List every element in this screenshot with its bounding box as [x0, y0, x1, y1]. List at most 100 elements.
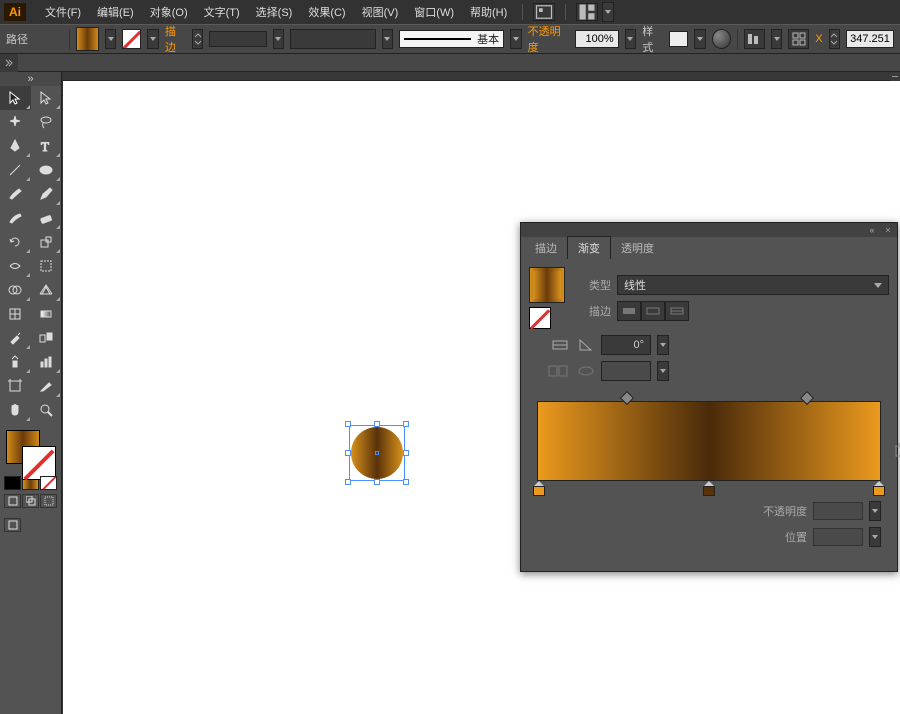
menu-edit[interactable]: 编辑(E)	[90, 2, 141, 22]
stop-opacity-dropdown[interactable]	[869, 501, 881, 521]
screen-mode-icon[interactable]	[4, 518, 21, 532]
brush-dropdown[interactable]	[510, 29, 522, 49]
aspect-ratio-field[interactable]	[601, 361, 651, 381]
ellipse-tool[interactable]	[31, 158, 62, 182]
gradient-stop[interactable]	[703, 481, 715, 495]
opacity-field[interactable]: 100%	[575, 30, 618, 48]
gradient-type-select[interactable]: 线性	[617, 275, 889, 295]
stroke-swatch[interactable]	[122, 29, 141, 49]
panel-close-icon[interactable]: ×	[883, 225, 893, 235]
pen-tool[interactable]	[0, 134, 31, 158]
menu-type[interactable]: 文字(T)	[197, 2, 247, 22]
menu-object[interactable]: 对象(O)	[143, 2, 195, 22]
handle-s[interactable]	[374, 479, 380, 485]
graphic-style-swatch[interactable]	[669, 31, 688, 47]
stroke-swatch-dropdown[interactable]	[147, 29, 159, 49]
symbol-sprayer-tool[interactable]	[0, 350, 31, 374]
handle-w[interactable]	[345, 450, 351, 456]
brush-definition[interactable]: 基本	[399, 30, 504, 48]
center-point[interactable]	[375, 451, 379, 455]
panel-tab-stroke[interactable]: 描边	[525, 237, 567, 259]
opacity-label[interactable]: 不透明度	[528, 24, 570, 54]
selected-shape[interactable]	[345, 421, 409, 485]
gradient-tool[interactable]	[31, 302, 62, 326]
paintbrush-tool[interactable]	[0, 182, 31, 206]
handle-se[interactable]	[403, 479, 409, 485]
pencil-tool[interactable]	[31, 182, 62, 206]
width-tool[interactable]	[0, 254, 31, 278]
mesh-tool[interactable]	[0, 302, 31, 326]
stop-position-dropdown[interactable]	[869, 527, 881, 547]
collapse-side-icon[interactable]	[0, 54, 18, 72]
gradient-panel[interactable]: « × 描边 渐变 透明度 类型 线性 描边	[520, 222, 898, 572]
stroke-weight-field[interactable]	[209, 31, 266, 47]
stroke-label[interactable]: 描边	[165, 24, 186, 54]
panel-tab-transparency[interactable]: 透明度	[611, 237, 664, 259]
handle-ne[interactable]	[403, 421, 409, 427]
draw-behind-icon[interactable]	[22, 494, 39, 508]
menu-view[interactable]: 视图(V)	[355, 2, 406, 22]
handle-sw[interactable]	[345, 479, 351, 485]
draw-normal-icon[interactable]	[4, 494, 21, 508]
magic-wand-tool[interactable]	[0, 110, 31, 134]
gradient-stroke-preview[interactable]	[529, 307, 551, 329]
coord-x-steppers[interactable]	[829, 29, 841, 49]
blob-brush-tool[interactable]	[0, 206, 31, 230]
handle-n[interactable]	[374, 421, 380, 427]
selection-tool[interactable]	[0, 86, 31, 110]
eyedropper-tool[interactable]	[0, 326, 31, 350]
gradient-stop[interactable]	[533, 481, 545, 495]
panel-collapse-icon[interactable]: «	[867, 225, 877, 235]
direct-selection-tool[interactable]	[31, 86, 62, 110]
stop-opacity-field[interactable]	[813, 502, 863, 520]
menu-select[interactable]: 选择(S)	[249, 2, 300, 22]
align-dropdown[interactable]	[771, 29, 783, 49]
var-width-dropdown[interactable]	[382, 29, 394, 49]
coord-x-field[interactable]: 347.251	[846, 30, 894, 48]
stroke-weight-steppers[interactable]	[192, 29, 204, 49]
stop-position-field[interactable]	[813, 528, 863, 546]
hand-tool[interactable]	[0, 398, 31, 422]
bridge-icon[interactable]	[533, 3, 555, 21]
color-mode-none[interactable]	[40, 476, 57, 490]
artboard-tool[interactable]	[0, 374, 31, 398]
gradient-fill-preview[interactable]	[529, 267, 565, 303]
var-width-profile[interactable]	[290, 29, 376, 49]
scale-tool[interactable]	[31, 230, 62, 254]
toolbox-expand[interactable]: »	[0, 72, 61, 86]
rotate-tool[interactable]	[0, 230, 31, 254]
gradient-bar[interactable]	[537, 401, 881, 481]
arrange-docs-dropdown[interactable]	[602, 2, 614, 22]
opacity-dropdown[interactable]	[625, 29, 637, 49]
panel-titlebar[interactable]: « ×	[521, 223, 897, 237]
stroke-grad-within-icon[interactable]	[617, 301, 641, 321]
gradient-stop[interactable]	[873, 481, 885, 495]
shape-builder-tool[interactable]	[0, 278, 31, 302]
color-mode-solid[interactable]	[4, 476, 21, 490]
type-tool[interactable]: T	[31, 134, 62, 158]
transform-icon[interactable]	[788, 29, 809, 49]
column-graph-tool[interactable]	[31, 350, 62, 374]
gradient-angle-field[interactable]: 0°	[601, 335, 651, 355]
align-icon[interactable]	[744, 29, 765, 49]
free-transform-tool[interactable]	[31, 254, 62, 278]
lasso-tool[interactable]	[31, 110, 62, 134]
eraser-tool[interactable]	[31, 206, 62, 230]
menu-window[interactable]: 窗口(W)	[407, 2, 461, 22]
blend-tool[interactable]	[31, 326, 62, 350]
stroke-grad-along-icon[interactable]	[641, 301, 665, 321]
slice-tool[interactable]	[31, 374, 62, 398]
line-tool[interactable]	[0, 158, 31, 182]
handle-nw[interactable]	[345, 421, 351, 427]
draw-inside-icon[interactable]	[40, 494, 57, 508]
fill-swatch-dropdown[interactable]	[105, 29, 117, 49]
aspect-ratio-dropdown[interactable]	[657, 361, 669, 381]
graphic-style-dropdown[interactable]	[694, 29, 706, 49]
zoom-tool[interactable]	[31, 398, 62, 422]
reverse-gradient-icon[interactable]	[551, 336, 569, 354]
handle-e[interactable]	[403, 450, 409, 456]
stroke-weight-dropdown[interactable]	[273, 29, 285, 49]
fill-swatch[interactable]	[76, 27, 99, 51]
stroke-indicator[interactable]	[22, 446, 56, 480]
style-label[interactable]: 样式	[642, 24, 663, 54]
